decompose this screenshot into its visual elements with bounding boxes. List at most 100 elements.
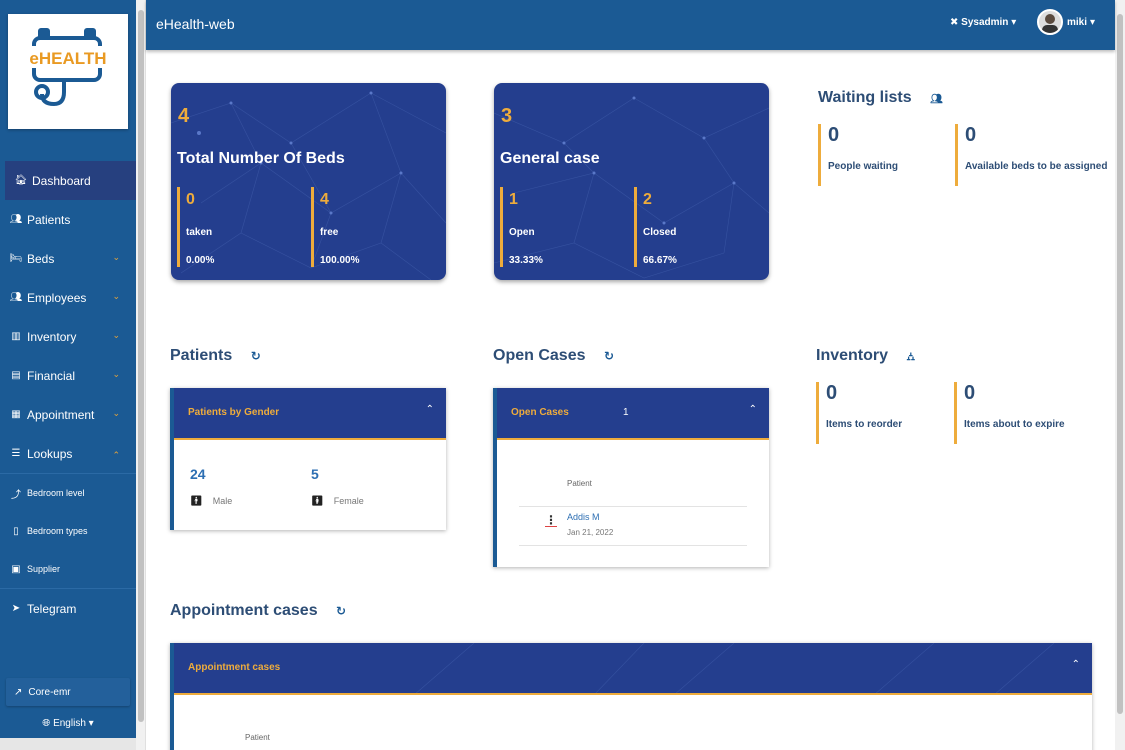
language-label: English (53, 718, 86, 729)
chevron-up-icon[interactable]: ⌃ (1072, 659, 1080, 670)
door-icon: ▯ (13, 525, 19, 537)
sidebar-item-telegram[interactable]: ➤ Telegram (0, 589, 136, 628)
items-reorder-label: Items to reorder (826, 419, 903, 430)
calendar-icon: ▦ (11, 409, 21, 420)
table-row[interactable]: ⋮ Addis M Jan 21, 2022 (519, 510, 747, 544)
caret-down-icon: ▾ (1011, 17, 1017, 28)
chevron-up-icon[interactable]: ⌃ (749, 404, 757, 415)
male-count: 24 (190, 466, 206, 482)
avatar (1037, 9, 1063, 35)
page-scrollbar[interactable] (1115, 0, 1125, 750)
chevron-down-icon: ⌄ (112, 408, 120, 418)
waiting-lists-heading: Waiting lists 👥︎ (818, 89, 943, 107)
caret-down-icon: ▾ (88, 718, 94, 729)
items-expire-value: 0 (964, 382, 976, 404)
file-icon: ▣ (11, 563, 21, 575)
sidebar-item-label: Employees (27, 290, 87, 305)
core-emr-button[interactable]: ↗ Core-emr (6, 678, 130, 706)
patients-title: Patients (170, 347, 233, 364)
sidebar-item-lookups[interactable]: ☰ Lookups ⌃ (0, 434, 136, 473)
cases-closed-percent: 66.67% (643, 255, 677, 266)
language-selector[interactable]: 🌐︎ English ▾ (0, 718, 136, 729)
beds-total-value: 4 (178, 105, 190, 127)
inventory-title: Inventory (816, 347, 889, 364)
sidebar-item-employees[interactable]: 👥︎ Employees ⌄ (0, 278, 136, 317)
patients-heading: Patients ↻ (170, 347, 261, 365)
patients-by-gender-panel: Patients by Gender ⌃ 24 🚹︎ Male 5 🚺︎ Femal… (170, 388, 446, 530)
items-expire-label: Items about to expire (964, 419, 1065, 430)
patient-name-link[interactable]: Addis M (567, 512, 600, 522)
female-count: 5 (311, 466, 319, 482)
sidebar-nav: 🏠︎ Dashboard 👥︎ Patients 🛏︎ Beds ⌄ 👥︎ Em… (0, 161, 136, 628)
bed-icon: 🛏︎ (9, 253, 23, 264)
horizontal-scrollbar[interactable] (0, 738, 136, 750)
cases-open-stat: 1 Open 33.33% (500, 187, 543, 267)
appointment-cases-title: Appointment cases (170, 602, 318, 619)
chevron-up-icon[interactable]: ⌃ (426, 404, 434, 415)
users-icon: 👥︎ (9, 214, 23, 225)
sidebar-item-dashboard[interactable]: 🏠︎ Dashboard (5, 161, 136, 200)
beds-free-value: 4 (320, 191, 329, 208)
sidebar-item-label: Supplier (27, 564, 61, 574)
tools-icon: ✖ (950, 17, 959, 28)
sidebar-item-financial[interactable]: ▤ Financial ⌄ (0, 356, 136, 395)
sidebar-scrollbar[interactable] (136, 0, 146, 750)
beds-taken-value: 0 (186, 191, 195, 208)
users-icon: 👥︎ (9, 292, 23, 303)
stairs-icon: ⤴ (11, 489, 21, 501)
sidebar-subitem-bedroom-level[interactable]: ⤴ Bedroom level (0, 474, 136, 512)
cases-open-value: 1 (509, 191, 518, 208)
appointment-cases-panel: Appointment cases ⌃ Patient (170, 643, 1092, 750)
column-header-patient: Patient (567, 479, 592, 488)
general-case-card: 3 General case 1 Open 33.33% 2 Closed 66… (494, 83, 769, 280)
refresh-icon[interactable]: ↻ (336, 604, 346, 618)
cases-card-title: General case (500, 150, 600, 167)
column-header-patient: Patient (245, 733, 270, 742)
panel-title: Open Cases (511, 407, 569, 418)
user-menu[interactable]: miki ▾ (1037, 9, 1095, 35)
cases-closed-stat: 2 Closed 66.67% (634, 187, 677, 267)
building-icon: ▥ (11, 331, 21, 342)
beds-free-percent: 100.00% (320, 255, 360, 266)
sidebar: eHEALTH 🏠︎ Dashboard 👥︎ Patients 🛏︎ Beds… (0, 0, 136, 750)
sidebar-item-label: Financial (27, 368, 76, 383)
role-dropdown[interactable]: ✖ Sysadmin ▾ (950, 17, 1016, 28)
waiting-lists-title: Waiting lists (818, 89, 912, 106)
more-vertical-icon[interactable]: ⋮ (545, 514, 557, 527)
open-cases-panel: Open Cases 1 ⌃ Patient ⋮ Addis M Jan 21,… (493, 388, 769, 567)
globe-icon: 🌐︎ (42, 718, 51, 729)
male-label: Male (212, 496, 233, 506)
available-beds-value: 0 (965, 124, 977, 146)
open-cases-count: 1 (623, 407, 629, 418)
network-background (415, 643, 1055, 693)
sidebar-item-appointment[interactable]: ▦ Appointment ⌄ (0, 395, 136, 434)
refresh-icon[interactable]: ↻ (251, 349, 261, 363)
svg-text:eHEALTH: eHEALTH (29, 49, 106, 68)
refresh-icon[interactable]: ↻ (604, 349, 614, 363)
core-emr-label: Core-emr (28, 686, 71, 698)
sidebar-item-label: Bedroom types (27, 526, 88, 536)
female-stat: 5 🚺︎ Female (311, 466, 364, 507)
role-label: Sysadmin (961, 17, 1009, 28)
panel-header: Appointment cases ⌃ (174, 643, 1092, 695)
sidebar-item-label: Telegram (27, 601, 77, 616)
panel-header: Patients by Gender ⌃ (174, 388, 446, 440)
sidebar-item-beds[interactable]: 🛏︎ Beds ⌄ (0, 239, 136, 278)
sidebar-item-label: Patients (27, 212, 71, 227)
beds-free-label: free (320, 227, 339, 238)
panel-title: Patients by Gender (188, 407, 280, 418)
items-reorder-value: 0 (826, 382, 838, 404)
divider (519, 545, 747, 546)
sidebar-subitem-supplier[interactable]: ▣ Supplier (0, 550, 136, 588)
sidebar-item-label: Appointment (27, 407, 95, 422)
sidebar-item-inventory[interactable]: ▥ Inventory ⌄ (0, 317, 136, 356)
home-icon: 🏠︎ (14, 175, 28, 186)
sidebar-item-patients[interactable]: 👥︎ Patients (0, 200, 136, 239)
sidebar-subitem-bedroom-types[interactable]: ▯ Bedroom types (0, 512, 136, 550)
stethoscope-logo-icon: eHEALTH (29, 27, 107, 106)
app-logo[interactable]: eHEALTH (8, 14, 128, 129)
cases-closed-value: 2 (643, 191, 652, 208)
sidebar-item-label: Bedroom level (27, 488, 85, 498)
sidebar-item-label: Dashboard (32, 173, 91, 188)
chevron-down-icon: ⌄ (112, 291, 120, 301)
